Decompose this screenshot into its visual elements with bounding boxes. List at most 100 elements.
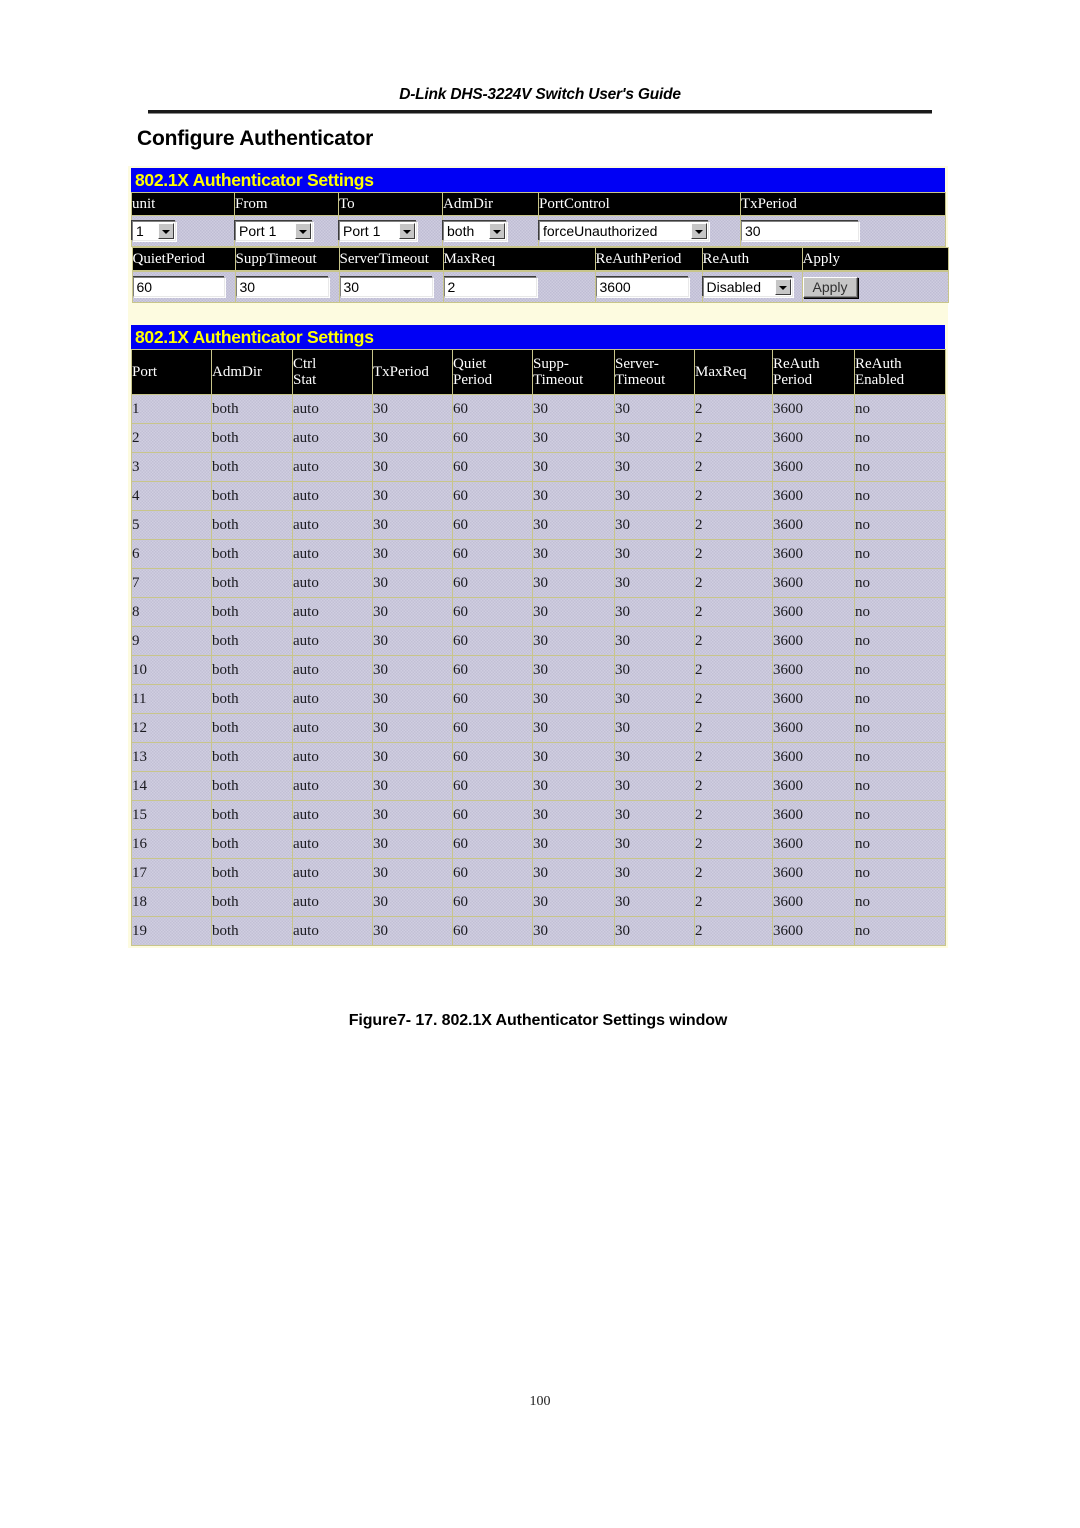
table-cell: 11 (131, 684, 212, 714)
table-row: 6 both auto 30 60 30 30 2 3600 no (131, 539, 946, 569)
table-cell: 30 (372, 394, 453, 424)
table-cell: 30 (372, 742, 453, 772)
quietperiod-input[interactable]: 60 (132, 277, 225, 297)
table-cell: 30 (372, 800, 453, 830)
portcontrol-select[interactable]: forceUnauthorized (539, 221, 709, 241)
form-control-cell: 30 (740, 215, 946, 247)
table-row: 19 both auto 30 60 30 30 2 3600 no (131, 916, 946, 946)
table-cell: auto (292, 655, 373, 685)
table-cell: 30 (372, 771, 453, 801)
table-cell: 3600 (772, 771, 855, 801)
table-cell: 30 (532, 916, 615, 946)
table-cell: auto (292, 539, 373, 569)
table-cell: 30 (372, 858, 453, 888)
table-cell: both (211, 887, 293, 917)
table-cell: both (211, 423, 293, 453)
chevron-down-icon[interactable] (399, 223, 415, 239)
table-row: 7 both auto 30 60 30 30 2 3600 no (131, 568, 946, 598)
table-cell: 3600 (772, 626, 855, 656)
table-cell: 2 (694, 771, 773, 801)
apply-button[interactable]: Apply (802, 276, 858, 298)
panel-separator (128, 305, 948, 323)
table-cell: 3600 (772, 887, 855, 917)
table-cell: auto (292, 684, 373, 714)
table-cell: both (211, 626, 293, 656)
table-cell: no (854, 771, 946, 801)
table-cell: 3600 (772, 655, 855, 685)
form-header-cell: Apply (801, 247, 949, 271)
table-cell: 60 (452, 771, 533, 801)
table-cell: 30 (372, 481, 453, 511)
table-cell: 60 (452, 887, 533, 917)
to-select[interactable]: Port 1 (339, 221, 417, 241)
table-cell: 2 (694, 626, 773, 656)
table-cell: no (854, 597, 946, 627)
settings-table-title: 802.1X Authenticator Settings (131, 325, 945, 349)
table-row: 16 both auto 30 60 30 30 2 3600 no (131, 829, 946, 859)
table-cell: 60 (452, 597, 533, 627)
table-cell: 1 (131, 394, 212, 424)
table-row: 12 both auto 30 60 30 30 2 3600 no (131, 713, 946, 743)
table-cell: 30 (532, 394, 615, 424)
table-cell: 30 (614, 858, 695, 888)
table-cell: no (854, 481, 946, 511)
table-cell: 30 (614, 423, 695, 453)
table-cell: 30 (614, 887, 695, 917)
table-cell: 30 (614, 626, 695, 656)
unit-select[interactable]: 1 (132, 221, 176, 241)
table-cell: 30 (372, 452, 453, 482)
reauthperiod-input[interactable]: 3600 (595, 277, 689, 297)
table-cell: 30 (532, 771, 615, 801)
chevron-down-icon[interactable] (158, 223, 174, 239)
table-cell: no (854, 568, 946, 598)
table-cell: 30 (614, 742, 695, 772)
form-header-cell: From (234, 192, 339, 216)
table-cell: 60 (452, 539, 533, 569)
table-cell: 30 (372, 684, 453, 714)
admdir-select[interactable]: both (443, 221, 507, 241)
form-control-cell: 30 (338, 271, 444, 303)
table-cell: 18 (131, 887, 212, 917)
table-cell: 30 (532, 800, 615, 830)
table-column-header: Quiet Period (452, 349, 533, 395)
maxreq-input[interactable]: 2 (443, 277, 537, 297)
servertimeout-input[interactable]: 30 (339, 277, 433, 297)
table-cell: 60 (452, 510, 533, 540)
table-cell: auto (292, 771, 373, 801)
table-cell: 30 (372, 568, 453, 598)
txperiod-input[interactable]: 30 (741, 221, 859, 241)
form-header-cell: To (338, 192, 443, 216)
table-column-header: Ctrl Stat (292, 349, 373, 395)
table-row: 15 both auto 30 60 30 30 2 3600 no (131, 800, 946, 830)
table-cell: 12 (131, 713, 212, 743)
from-select-value: Port 1 (239, 223, 277, 239)
chevron-down-icon[interactable] (489, 223, 505, 239)
table-cell: both (211, 771, 293, 801)
table-cell: 3600 (772, 510, 855, 540)
table-cell: auto (292, 800, 373, 830)
table-row: 9 both auto 30 60 30 30 2 3600 no (131, 626, 946, 656)
reauth-select[interactable]: Disabled (702, 277, 793, 297)
table-cell: 30 (614, 568, 695, 598)
table-cell: no (854, 829, 946, 859)
table-cell: no (854, 394, 946, 424)
chevron-down-icon[interactable] (774, 279, 791, 295)
form-header-cell: TxPeriod (740, 192, 946, 216)
running-header-text: D-Link DHS-3224V Switch User's Guide (399, 86, 681, 103)
table-cell: 2 (694, 713, 773, 743)
table-cell: 15 (131, 800, 212, 830)
from-select[interactable]: Port 1 (235, 221, 313, 241)
table-column-header: ReAuth Period (772, 349, 855, 395)
table-cell: 30 (532, 887, 615, 917)
chevron-down-icon[interactable] (295, 223, 311, 239)
table-cell: 30 (372, 655, 453, 685)
table-cell: 3600 (772, 916, 855, 946)
form-control-cell: 30 (234, 271, 340, 303)
supptimeout-input[interactable]: 30 (235, 277, 329, 297)
table-cell: 9 (131, 626, 212, 656)
chevron-down-icon[interactable] (691, 223, 707, 239)
table-cell: auto (292, 394, 373, 424)
table-row: 5 both auto 30 60 30 30 2 3600 no (131, 510, 946, 540)
authenticator-settings-table-panel: 802.1X Authenticator Settings Port AdmDir… (128, 323, 948, 948)
table-cell: 2 (694, 423, 773, 453)
